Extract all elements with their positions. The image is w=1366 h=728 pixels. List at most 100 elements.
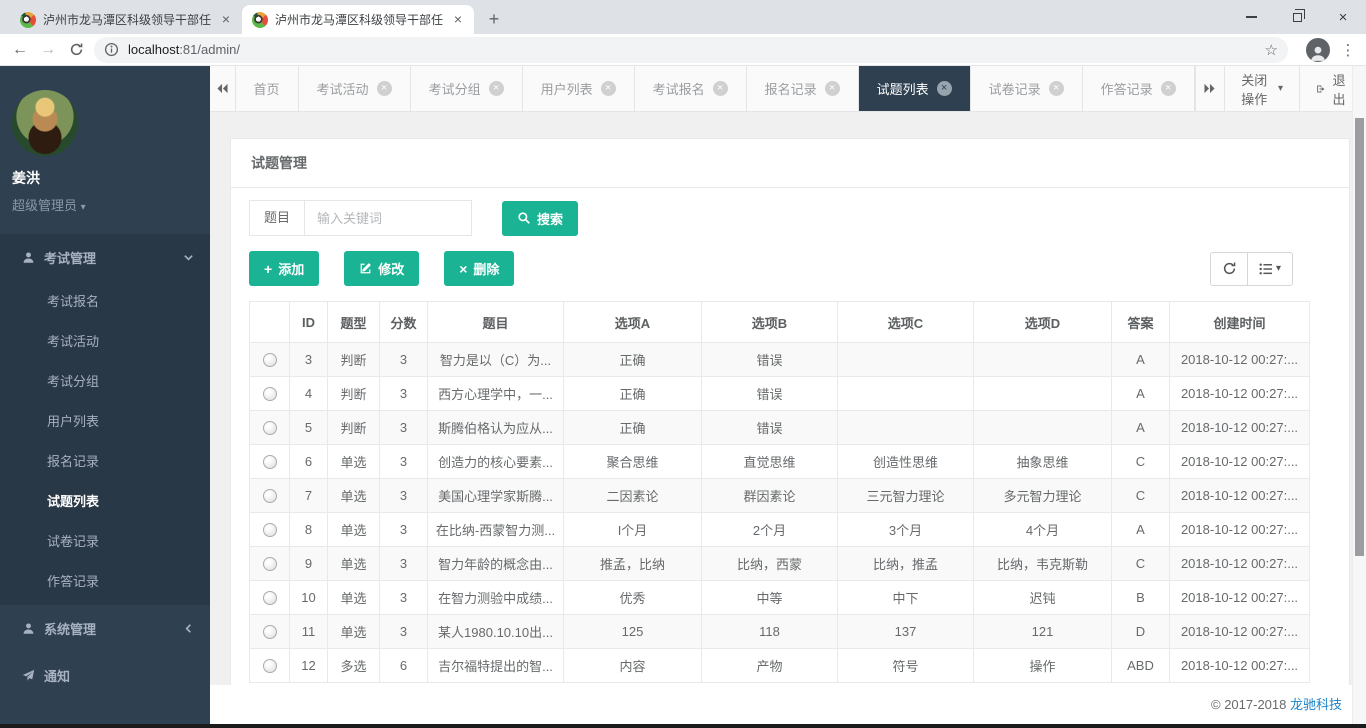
table-cell: 抽象思维 bbox=[974, 445, 1112, 479]
row-radio-button[interactable] bbox=[263, 353, 277, 367]
search-input[interactable] bbox=[304, 200, 472, 236]
table-cell: 3 bbox=[380, 343, 428, 377]
window-bottom-edge bbox=[0, 724, 1366, 728]
row-select-cell bbox=[250, 411, 290, 445]
browser-menu-icon[interactable]: ⋮ bbox=[1338, 41, 1358, 59]
close-icon[interactable]: × bbox=[713, 81, 728, 96]
close-icon[interactable]: × bbox=[825, 81, 840, 96]
sidebar-submenu: 考试报名考试活动考试分组用户列表报名记录试题列表试卷记录作答记录 bbox=[0, 281, 210, 605]
back-button[interactable]: ← bbox=[6, 36, 34, 64]
user-name: 姜洪 bbox=[12, 168, 192, 188]
row-radio-button[interactable] bbox=[263, 659, 277, 673]
sidebar-item-question-list[interactable]: 试题列表 bbox=[0, 481, 210, 521]
row-select-cell bbox=[250, 479, 290, 513]
close-operations-dropdown[interactable]: 关闭操作▾ bbox=[1224, 66, 1299, 111]
browser-tabstrip: 泸州市龙马潭区科级领导干部任×泸州市龙马潭区科级领导干部任× + × bbox=[0, 0, 1366, 34]
table-cell: C bbox=[1112, 547, 1170, 581]
nav-tab-exam-group[interactable]: 考试分组× bbox=[411, 66, 523, 111]
table-cell: 118 bbox=[702, 615, 838, 649]
browser-toolbar: ← → localhost:81/admin/ ☆ ⋮ bbox=[0, 34, 1366, 66]
nav-tab-answer-records[interactable]: 作答记录× bbox=[1083, 66, 1195, 111]
browser-tab[interactable]: 泸州市龙马潭区科级领导干部任× bbox=[242, 5, 474, 34]
row-radio-button[interactable] bbox=[263, 387, 277, 401]
sidebar-item-system-management[interactable]: 系统管理 bbox=[0, 605, 210, 652]
nav-tab-question-list[interactable]: 试题列表× bbox=[859, 66, 971, 111]
profile-icon[interactable] bbox=[1306, 38, 1330, 62]
tabs-scroll-left-button[interactable] bbox=[210, 66, 236, 111]
search-button[interactable]: 搜索 bbox=[502, 201, 578, 236]
scrollbar-thumb[interactable] bbox=[1355, 118, 1364, 556]
minimize-button[interactable] bbox=[1228, 0, 1274, 34]
address-bar[interactable]: localhost:81/admin/ ☆ bbox=[94, 37, 1288, 63]
send-icon bbox=[22, 669, 35, 682]
company-link[interactable]: 龙驰科技 bbox=[1290, 697, 1342, 712]
sidebar-item-exam-group[interactable]: 考试分组 bbox=[0, 361, 210, 401]
row-radio-button[interactable] bbox=[263, 489, 277, 503]
column-header bbox=[250, 302, 290, 343]
close-icon[interactable]: × bbox=[1161, 81, 1176, 96]
nav-tab-signup-records[interactable]: 报名记录 × bbox=[747, 66, 859, 111]
table-cell: 判断 bbox=[328, 343, 380, 377]
sidebar-item-paper-records[interactable]: 试卷记录 bbox=[0, 521, 210, 561]
info-icon[interactable] bbox=[104, 42, 119, 57]
new-tab-button[interactable]: + bbox=[480, 5, 508, 33]
row-radio-button[interactable] bbox=[263, 557, 277, 571]
restore-button[interactable] bbox=[1274, 0, 1320, 34]
sidebar-item-user-list[interactable]: 用户列表 bbox=[0, 401, 210, 441]
close-icon[interactable]: × bbox=[489, 81, 504, 96]
tab-close-icon[interactable]: × bbox=[218, 12, 234, 28]
user-role-dropdown[interactable]: 超级管理员 ▾ bbox=[12, 195, 192, 214]
add-button[interactable]: + 添加 bbox=[249, 251, 319, 286]
row-radio-button[interactable] bbox=[263, 523, 277, 537]
table-cell: 符号 bbox=[838, 649, 974, 683]
delete-button[interactable]: × 删除 bbox=[444, 251, 514, 286]
close-window-button[interactable]: × bbox=[1320, 0, 1366, 34]
table-row: 12多选6吉尔福特提出的智...内容产物符号操作ABD2018-10-12 00… bbox=[250, 649, 1310, 683]
row-select-cell bbox=[250, 377, 290, 411]
table-cell bbox=[974, 377, 1112, 411]
sidebar-item-signup-records[interactable]: 报名记录 bbox=[0, 441, 210, 481]
nav-tab-exam-signup[interactable]: 考试报名 × bbox=[635, 66, 747, 111]
sidebar-item-answer-records[interactable]: 作答记录 bbox=[0, 561, 210, 601]
nav-tab-label: 报名记录 bbox=[765, 79, 817, 98]
row-radio-button[interactable] bbox=[263, 591, 277, 605]
table-cell: A bbox=[1112, 343, 1170, 377]
nav-tab-user-list[interactable]: 用户列表 × bbox=[523, 66, 635, 111]
url-text[interactable]: localhost:81/admin/ bbox=[128, 42, 240, 57]
edit-button[interactable]: 修改 bbox=[344, 251, 419, 286]
double-chevron-right-icon bbox=[1203, 83, 1216, 94]
sidebar-section-notifications: 通知 bbox=[0, 652, 210, 699]
chevron-down-icon: ▾ bbox=[1276, 263, 1281, 274]
nav-tab-label: 考试活动 bbox=[317, 79, 369, 98]
close-icon[interactable]: × bbox=[937, 81, 952, 96]
refresh-button[interactable] bbox=[1210, 252, 1247, 286]
forward-button[interactable]: → bbox=[34, 36, 62, 64]
close-icon[interactable]: × bbox=[377, 81, 392, 96]
nav-tab-home[interactable]: 首页 bbox=[236, 66, 299, 111]
tabs-scroll-right-button[interactable] bbox=[1195, 66, 1225, 111]
close-icon[interactable]: × bbox=[601, 81, 616, 96]
user-avatar[interactable] bbox=[12, 90, 78, 156]
nav-tab-label: 用户列表 bbox=[541, 79, 593, 98]
reload-button[interactable] bbox=[62, 36, 90, 64]
sidebar-item-exam-activity[interactable]: 考试活动 bbox=[0, 321, 210, 361]
table-cell: 3 bbox=[380, 445, 428, 479]
row-radio-button[interactable] bbox=[263, 421, 277, 435]
sidebar-item-notifications[interactable]: 通知 bbox=[0, 652, 210, 699]
sidebar-item-exam-signup[interactable]: 考试报名 bbox=[0, 281, 210, 321]
tab-close-icon[interactable]: × bbox=[450, 12, 466, 28]
nav-tab-exam-activity[interactable]: 考试活动 × bbox=[299, 66, 411, 111]
table-cell: 3 bbox=[380, 479, 428, 513]
nav-tab-paper-records[interactable]: 试卷记录× bbox=[971, 66, 1083, 111]
row-radio-button[interactable] bbox=[263, 625, 277, 639]
sidebar-item-exam-management[interactable]: 考试管理 bbox=[0, 234, 210, 281]
table-cell: 三元智力理论 bbox=[838, 479, 974, 513]
table-row: 9单选3智力年龄的概念由...推孟，比纳比纳，西蒙比纳，推孟比纳，韦克斯勒C20… bbox=[250, 547, 1310, 581]
nav-tab-label: 考试报名 bbox=[653, 79, 705, 98]
close-icon[interactable]: × bbox=[1049, 81, 1064, 96]
browser-tab[interactable]: 泸州市龙马潭区科级领导干部任× bbox=[10, 5, 242, 34]
page-scrollbar[interactable] bbox=[1352, 66, 1366, 724]
columns-dropdown-button[interactable]: ▾ bbox=[1247, 252, 1293, 286]
row-radio-button[interactable] bbox=[263, 455, 277, 469]
bookmark-star-icon[interactable]: ☆ bbox=[1265, 41, 1278, 59]
